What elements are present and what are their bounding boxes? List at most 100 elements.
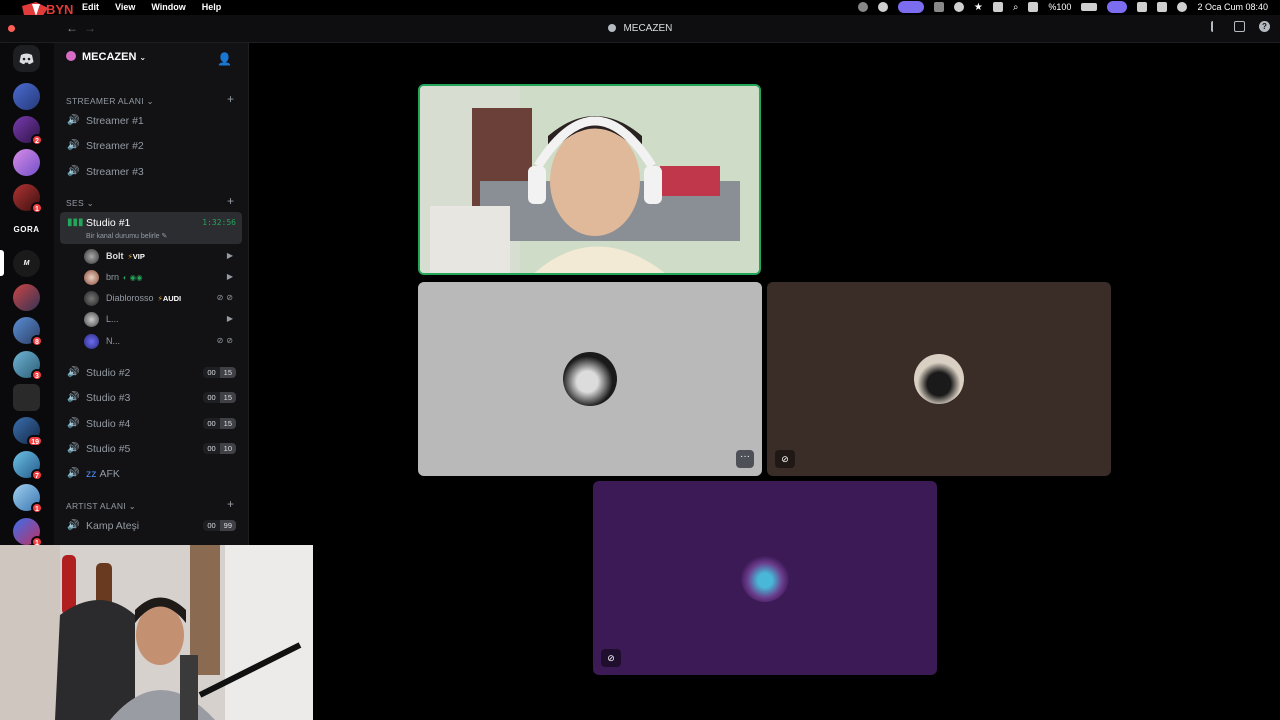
more-icon[interactable]: ···	[736, 450, 754, 468]
video-tile-camera[interactable]	[418, 84, 761, 275]
server-icon[interactable]: 1	[13, 484, 43, 514]
video-tile-participant[interactable]: ···	[418, 282, 762, 476]
voice-timer: 1:32:56	[202, 218, 236, 227]
camera-icon: ▶	[226, 314, 236, 323]
video-tile-participant[interactable]: ⊘	[593, 481, 937, 675]
category-streamer[interactable]: STREAMER ALANI ⌄	[66, 96, 154, 107]
add-channel-icon[interactable]: +	[227, 194, 234, 208]
avatar	[84, 312, 99, 327]
member-name: N...	[106, 336, 121, 346]
speaker-icon: 🔊	[67, 392, 80, 403]
channel-status[interactable]: Bir kanal durumu belirle ✎	[86, 232, 167, 240]
notification-icon[interactable]	[1137, 2, 1148, 12]
mention-badge: 1	[31, 202, 43, 214]
steam-icon[interactable]	[877, 2, 888, 12]
siri-icon[interactable]	[1177, 2, 1188, 12]
participant-avatar	[741, 554, 789, 602]
channel-afk[interactable]: 🔊 zz AFK	[60, 463, 242, 485]
server-icon[interactable]: 8	[13, 317, 43, 347]
control-center-icon[interactable]	[1157, 2, 1168, 12]
mention-badge: 8	[31, 335, 43, 347]
menubar-clock[interactable]: 2 Oca Cum 08:40	[1197, 2, 1268, 12]
channel-studio-4[interactable]: 🔊 Studio #4 00 15	[60, 413, 242, 435]
server-icon[interactable]	[13, 384, 40, 411]
channel-studio-5[interactable]: 🔊 Studio #5 00 10	[60, 438, 242, 460]
server-icon[interactable]: 1	[13, 518, 43, 548]
add-channel-icon[interactable]: +	[227, 92, 234, 106]
popout-icon[interactable]	[1234, 21, 1245, 32]
server-name: MECAZEN	[82, 51, 137, 63]
mac-menubar: BYN Edit View Window Help ★ ⌕ %100 2 Oca…	[0, 0, 1280, 24]
mention-badge: 7	[31, 469, 43, 481]
member-name: Diablorosso	[106, 293, 154, 303]
deafened-icon[interactable]: ⊘	[775, 450, 795, 468]
category-artist[interactable]: ARTIST ALANI ⌄	[66, 501, 136, 512]
menu-view[interactable]: View	[115, 2, 135, 12]
add-channel-icon[interactable]: +	[227, 497, 234, 511]
server-icon[interactable]	[13, 149, 40, 176]
channel-streamer-2[interactable]: 🔊 Streamer #2	[60, 135, 242, 157]
channel-studio-2[interactable]: 🔊 Studio #2 00 15	[60, 362, 242, 384]
channel-streamer-1[interactable]: 🔊 Streamer #1	[60, 110, 242, 132]
user-limit-badge: 00 15	[203, 392, 236, 403]
grid-icon[interactable]	[933, 2, 944, 12]
member-name: Bolt	[106, 251, 124, 261]
stage-manager-icon[interactable]	[1107, 1, 1128, 13]
server-mecazen-icon[interactable]: M	[13, 250, 40, 277]
status-dot-icon[interactable]	[857, 2, 868, 12]
muted-deafened-icon: ⊘⊘	[216, 293, 236, 302]
avatar	[84, 334, 99, 349]
user-limit-badge: 00 15	[203, 418, 236, 429]
channel-studio-3[interactable]: 🔊 Studio #3 00 15	[60, 387, 242, 409]
server-gora-icon[interactable]: GORA	[13, 216, 40, 243]
keyboard-icon[interactable]	[992, 2, 1003, 12]
server-icon[interactable]: 1	[13, 184, 43, 214]
webcam-video-icon	[420, 86, 759, 273]
mention-badge: 19	[27, 435, 43, 447]
battery-icon[interactable]	[1081, 3, 1098, 11]
channel-kamp-atesi[interactable]: 🔊 Kamp Ateşi 00 99	[60, 515, 242, 537]
video-tile-participant[interactable]: ⊘	[767, 282, 1111, 476]
help-icon[interactable]: ?	[1259, 21, 1270, 32]
flag-icon[interactable]	[1211, 21, 1220, 32]
category-ses[interactable]: SES ⌄	[66, 198, 94, 209]
voice-member[interactable]: Diablorosso ⚡AUDI ⊘⊘	[84, 289, 242, 309]
play-icon[interactable]	[953, 2, 964, 12]
server-icon[interactable]	[13, 284, 40, 311]
channel-streamer-3[interactable]: 🔊 Streamer #3	[60, 161, 242, 183]
star-icon[interactable]: ★	[974, 2, 983, 13]
server-icon[interactable]	[13, 83, 40, 110]
speaker-icon: 🔊	[67, 418, 80, 429]
search-icon[interactable]: ⌕	[1013, 2, 1019, 13]
server-icon[interactable]: 7	[13, 451, 43, 481]
participant-avatar	[914, 354, 964, 404]
voice-member[interactable]: N... ⊘⊘	[84, 332, 242, 352]
voice-member[interactable]: brn ◐ ◉◉ ▶	[84, 268, 242, 288]
server-icon[interactable]: 2	[13, 116, 43, 146]
channel-studio-1[interactable]: ▮▮▮ Studio #1 1:32:56 Bir kanal durumu b…	[60, 212, 242, 244]
voice-member[interactable]: L... ▶	[84, 310, 242, 330]
window-title-text: MECAZEN	[623, 23, 673, 34]
user-limit-badge: 00 15	[203, 367, 236, 378]
avatar	[84, 291, 99, 306]
streamer-webcam-overlay	[0, 545, 313, 720]
member-name: L...	[106, 314, 119, 324]
menu-edit[interactable]: Edit	[82, 2, 99, 12]
control-icon[interactable]	[1028, 2, 1039, 12]
chevron-down-icon: ⌄	[139, 53, 147, 62]
screen-share-pill-icon[interactable]	[897, 1, 924, 13]
deafened-icon[interactable]: ⊘	[601, 649, 621, 667]
server-icon[interactable]: 3	[13, 351, 43, 381]
voice-member[interactable]: Bolt ⚡VIP ▶	[84, 247, 242, 267]
user-limit-badge: 00 10	[203, 443, 236, 454]
menu-help[interactable]: Help	[202, 2, 222, 12]
voice-active-icon: ▮▮▮	[67, 217, 84, 228]
menu-window[interactable]: Window	[151, 2, 185, 12]
speaker-icon: 🔊	[67, 367, 80, 378]
add-user-icon[interactable]: 👤	[217, 52, 232, 66]
speaker-icon: 🔊	[67, 468, 80, 479]
discord-home-icon[interactable]	[13, 45, 40, 72]
server-small-icon	[607, 24, 616, 32]
server-icon[interactable]: 19	[13, 417, 43, 447]
channel-name: Studio #1	[86, 217, 131, 229]
